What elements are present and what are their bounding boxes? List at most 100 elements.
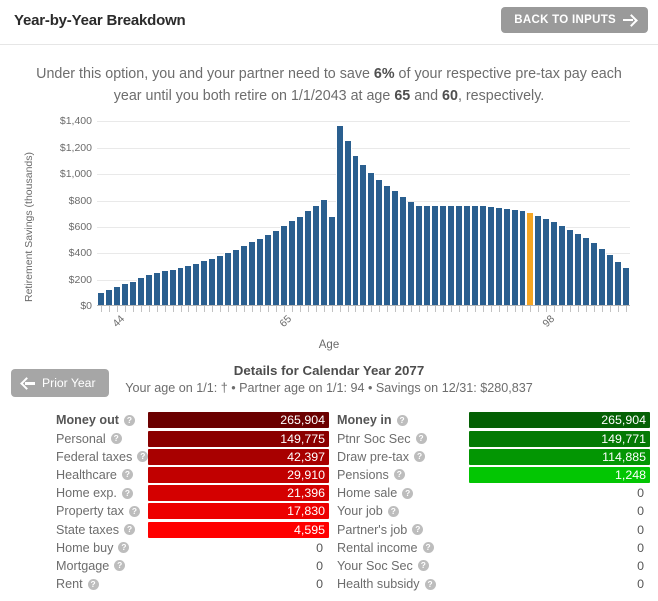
help-icon[interactable]: ? bbox=[417, 560, 429, 572]
chart-bar[interactable] bbox=[287, 220, 296, 306]
chart-bar[interactable] bbox=[128, 281, 137, 306]
chart-bar[interactable] bbox=[152, 272, 161, 306]
row-label-text: Rent bbox=[56, 577, 83, 592]
x-axis-tick bbox=[614, 306, 622, 313]
chart-bar[interactable] bbox=[359, 164, 368, 306]
row-label-text: Property tax bbox=[56, 504, 124, 519]
chart-bar[interactable] bbox=[470, 205, 479, 306]
chart-bar[interactable] bbox=[375, 179, 384, 306]
chart-bar[interactable] bbox=[550, 222, 559, 306]
chart-bar[interactable] bbox=[216, 256, 225, 306]
chart-bar[interactable] bbox=[136, 278, 145, 306]
chart-bar[interactable] bbox=[415, 205, 424, 306]
prior-year-button[interactable]: Prior Year bbox=[11, 369, 109, 398]
chart-bar[interactable] bbox=[446, 206, 455, 306]
y-axis-tick-label: $400 bbox=[68, 247, 92, 260]
chart-bar[interactable] bbox=[462, 206, 471, 306]
x-axis-tick bbox=[280, 306, 288, 313]
chart-bar[interactable] bbox=[248, 242, 257, 306]
chart-bar[interactable] bbox=[518, 211, 527, 306]
chart-bar[interactable] bbox=[311, 205, 320, 306]
chart-bar[interactable] bbox=[264, 234, 272, 306]
chart-bar[interactable] bbox=[184, 266, 193, 306]
chart-bar[interactable] bbox=[494, 207, 503, 306]
chart-bar[interactable] bbox=[104, 290, 113, 306]
chart-bar[interactable] bbox=[343, 140, 352, 306]
chart-bar[interactable] bbox=[407, 201, 416, 306]
help-icon[interactable]: ? bbox=[121, 469, 133, 481]
help-icon[interactable]: ? bbox=[393, 469, 405, 481]
chart-bar[interactable] bbox=[144, 275, 153, 306]
help-icon[interactable]: ? bbox=[114, 560, 126, 572]
x-axis-tick bbox=[129, 306, 137, 313]
chart-bar[interactable] bbox=[256, 238, 265, 306]
help-icon[interactable]: ? bbox=[387, 505, 399, 517]
chart-bar[interactable] bbox=[486, 207, 495, 306]
chart-bar[interactable] bbox=[613, 261, 622, 306]
chart-bar[interactable] bbox=[502, 208, 511, 306]
chart-bar[interactable] bbox=[279, 225, 288, 306]
chart-bar[interactable] bbox=[112, 287, 121, 306]
chart-bar[interactable] bbox=[224, 253, 233, 306]
help-icon[interactable]: ? bbox=[412, 524, 424, 536]
help-icon[interactable]: ? bbox=[396, 414, 408, 426]
chart-bar[interactable] bbox=[454, 206, 463, 306]
help-icon[interactable]: ? bbox=[118, 542, 130, 554]
help-icon[interactable]: ? bbox=[415, 433, 427, 445]
help-icon[interactable]: ? bbox=[424, 578, 436, 590]
chart-bar[interactable] bbox=[200, 261, 209, 306]
chart-bar[interactable] bbox=[192, 264, 201, 306]
help-icon[interactable]: ? bbox=[87, 578, 99, 590]
chart-bar[interactable] bbox=[120, 284, 129, 306]
chart-bar[interactable] bbox=[351, 156, 360, 306]
x-axis-tick bbox=[304, 306, 312, 313]
chart-bar[interactable] bbox=[319, 199, 328, 306]
chart-bar[interactable] bbox=[327, 216, 336, 306]
chart-bar[interactable] bbox=[232, 250, 241, 306]
row-label-text: Your Soc Sec bbox=[337, 558, 413, 573]
help-icon[interactable]: ? bbox=[414, 451, 426, 463]
x-axis-tick bbox=[121, 306, 129, 313]
chart-bar[interactable] bbox=[526, 213, 535, 306]
chart-bar[interactable] bbox=[97, 292, 105, 306]
help-icon[interactable]: ? bbox=[124, 524, 136, 536]
row-value-cell: 114,885 bbox=[469, 448, 650, 465]
chart-bar[interactable] bbox=[558, 226, 567, 306]
chart-bar[interactable] bbox=[240, 246, 249, 306]
chart-bar[interactable] bbox=[208, 258, 217, 306]
chart-bar[interactable] bbox=[598, 248, 606, 306]
chart-bar[interactable] bbox=[606, 255, 614, 306]
help-icon[interactable]: ? bbox=[137, 451, 149, 463]
chart-bar[interactable] bbox=[431, 206, 439, 306]
chart-bar[interactable] bbox=[367, 173, 376, 306]
chart-bar[interactable] bbox=[176, 268, 185, 306]
help-icon[interactable]: ? bbox=[128, 505, 140, 517]
chart-bar[interactable] bbox=[271, 230, 280, 306]
help-icon[interactable]: ? bbox=[121, 487, 133, 499]
chart-bar[interactable] bbox=[574, 233, 583, 306]
chart-bar[interactable] bbox=[478, 206, 487, 306]
chart-bar[interactable] bbox=[303, 211, 312, 306]
chart-bar[interactable] bbox=[590, 243, 599, 306]
help-icon[interactable]: ? bbox=[123, 414, 135, 426]
chart-bar[interactable] bbox=[399, 196, 408, 306]
chart-bar[interactable] bbox=[534, 215, 543, 306]
chart-bar[interactable] bbox=[383, 185, 392, 306]
chart-bar[interactable] bbox=[542, 218, 551, 306]
chart-bar[interactable] bbox=[566, 229, 575, 306]
chart-bar[interactable] bbox=[423, 206, 432, 306]
help-icon[interactable]: ? bbox=[110, 433, 122, 445]
chart-bar[interactable] bbox=[391, 191, 400, 306]
help-icon[interactable]: ? bbox=[422, 542, 434, 554]
row-label: Rental income? bbox=[329, 541, 469, 555]
chart-bar[interactable] bbox=[160, 271, 169, 306]
chart-bar[interactable] bbox=[510, 209, 519, 306]
back-to-inputs-button[interactable]: BACK TO INPUTS bbox=[501, 7, 648, 33]
chart-bar[interactable] bbox=[335, 126, 344, 306]
chart-bar[interactable] bbox=[438, 206, 447, 306]
help-icon[interactable]: ? bbox=[402, 487, 414, 499]
chart-bar[interactable] bbox=[168, 269, 177, 306]
chart-bar[interactable] bbox=[295, 216, 304, 306]
chart-bar[interactable] bbox=[621, 268, 630, 306]
chart-bar[interactable] bbox=[582, 237, 591, 306]
